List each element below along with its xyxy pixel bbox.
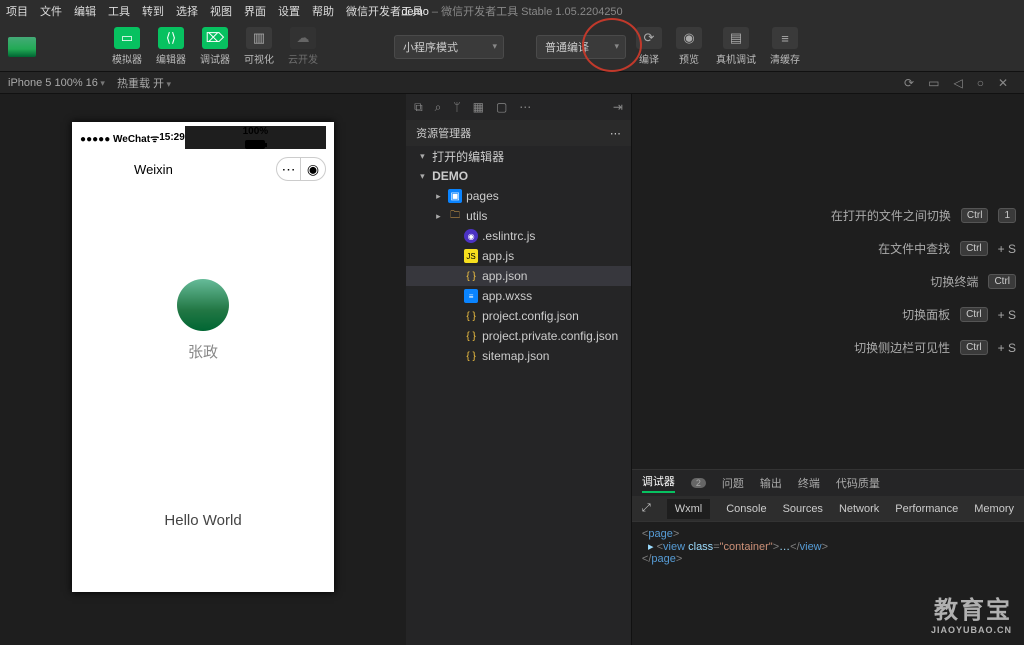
phone-frame: ●●●●● WeChatᯤ 15:29 100% Weixin ⋯ ◉ 张政 H…: [72, 122, 334, 592]
menu-edit[interactable]: 编辑: [74, 3, 96, 19]
hint-terminal: 切换终端: [930, 273, 978, 290]
remote-debug-button[interactable]: ▤真机调试: [712, 25, 760, 68]
search-icon[interactable]: ⌕: [435, 100, 442, 115]
explorer-header: 资源管理器⋯: [406, 120, 631, 146]
debugger-button[interactable]: ⌦调试器: [196, 25, 234, 68]
simulator-button[interactable]: ▭模拟器: [108, 25, 146, 68]
file-projprivate[interactable]: { }project.private.config.json: [406, 326, 631, 346]
phone-statusbar: ●●●●● WeChatᯤ 15:29 100%: [72, 122, 334, 153]
hot-reload-toggle[interactable]: 热重载 开: [117, 75, 171, 91]
rotate-icon[interactable]: ⟳: [904, 76, 914, 90]
menu-goto[interactable]: 转到: [142, 3, 164, 19]
menu-tools[interactable]: 工具: [108, 3, 130, 19]
compile-mode-select[interactable]: 普通编译: [536, 35, 626, 59]
collapse-icon[interactable]: ⇥: [613, 100, 623, 114]
capsule-button[interactable]: ⋯ ◉: [276, 157, 326, 181]
tab-wxml[interactable]: Wxml: [667, 499, 711, 519]
folder-utils[interactable]: ▸🗀utils: [406, 206, 631, 226]
tab-sources[interactable]: Sources: [783, 503, 823, 515]
watermark: 教育宝 JIAOYUBAO.CN: [931, 590, 1012, 635]
avatar[interactable]: [177, 279, 229, 331]
editor-iconbar: ⧉ ⌕ ᛘ ▦ ▢ ⋯ ⇥: [406, 94, 631, 120]
tab-terminal[interactable]: 终端: [798, 475, 820, 491]
close-sim-icon[interactable]: ✕: [998, 76, 1008, 90]
devtools-inner-tabs: ⤢ Wxml Console Sources Network Performan…: [632, 496, 1024, 522]
main-area: ●●●●● WeChatᯤ 15:29 100% Weixin ⋯ ◉ 张政 H…: [0, 94, 1024, 645]
hint-panel: 切换面板: [902, 306, 950, 323]
project-thumbnail[interactable]: [8, 37, 36, 57]
simulator-panel: ●●●●● WeChatᯤ 15:29 100% Weixin ⋯ ◉ 张政 H…: [0, 94, 406, 645]
extensions-icon[interactable]: ▦: [473, 100, 484, 114]
carrier-label: ●●●●● WeChatᯤ: [80, 131, 159, 145]
simulator-icon-strip: ⟳ ▭ ◁ ○ ✕: [904, 76, 1016, 90]
files-icon[interactable]: ⧉: [414, 100, 423, 115]
hint-sidebar: 切换侧边栏可见性: [854, 339, 950, 356]
capsule-menu-icon[interactable]: ⋯: [277, 158, 301, 180]
tab-network[interactable]: Network: [839, 503, 879, 515]
hello-label: Hello World: [164, 512, 241, 529]
explorer-more-icon[interactable]: ⋯: [610, 127, 621, 140]
editor-button[interactable]: ⟨⟩编辑器: [152, 25, 190, 68]
tab-console[interactable]: Console: [726, 503, 766, 515]
devtools-outer-tabs: 调试器 2 问题 输出 终端 代码质量: [632, 470, 1024, 496]
inspect-icon[interactable]: ⤢: [642, 502, 651, 515]
more-icon[interactable]: ⋯: [519, 100, 531, 114]
file-eslintrc[interactable]: ◉.eslintrc.js: [406, 226, 631, 246]
tab-code-quality[interactable]: 代码质量: [836, 475, 880, 491]
hint-find: 在文件中查找: [878, 240, 950, 257]
editor-right-panel: 在打开的文件之间切换Ctrl1 在文件中查找Ctrl+ S 切换终端Ctrl 切…: [632, 94, 1024, 645]
battery-label: 100%: [185, 126, 326, 149]
file-sitemap[interactable]: { }sitemap.json: [406, 346, 631, 366]
preview-button[interactable]: ◉预览: [672, 25, 706, 68]
menu-wxdevtools[interactable]: 微信开发者工具: [346, 3, 423, 19]
compile-button[interactable]: ⟳编译: [632, 25, 666, 68]
capsule-close-icon[interactable]: ◉: [301, 158, 325, 180]
phone-content: 张政 Hello World: [72, 189, 334, 592]
tab-memory[interactable]: Memory: [974, 503, 1014, 515]
menu-view[interactable]: 视图: [210, 3, 232, 19]
menu-file[interactable]: 文件: [40, 3, 62, 19]
menu-bar: 项目 文件 编辑 工具 转到 选择 视图 界面 设置 帮助 微信开发者工具: [6, 3, 423, 19]
tab-problems[interactable]: 问题: [722, 475, 744, 491]
battery-icon: [245, 140, 265, 149]
toolbar: ▭模拟器 ⟨⟩编辑器 ⌦调试器 ▥可视化 ☁云开发 小程序模式 普通编译 ⟳编译…: [0, 22, 1024, 72]
hint-switch-file: 在打开的文件之间切换: [831, 207, 951, 224]
menu-project[interactable]: 项目: [6, 3, 28, 19]
home-icon[interactable]: ○: [977, 76, 984, 90]
tab-performance[interactable]: Performance: [895, 503, 958, 515]
open-editors-section[interactable]: ▾打开的编辑器: [406, 146, 631, 166]
page-title: Weixin: [134, 162, 173, 177]
menu-select[interactable]: 选择: [176, 3, 198, 19]
file-appjs[interactable]: JSapp.js: [406, 246, 631, 266]
titlebar: 项目 文件 编辑 工具 转到 选择 视图 界面 设置 帮助 微信开发者工具 de…: [0, 0, 1024, 22]
file-appjson[interactable]: { }app.json: [406, 266, 631, 286]
command-hints: 在打开的文件之间切换Ctrl1 在文件中查找Ctrl+ S 切换终端Ctrl 切…: [632, 94, 1024, 469]
menu-window[interactable]: 界面: [244, 3, 266, 19]
folder-pages[interactable]: ▸▣pages: [406, 186, 631, 206]
nickname-label: 张政: [188, 341, 218, 362]
cloud-button[interactable]: ☁云开发: [284, 25, 322, 68]
tab-output[interactable]: 输出: [760, 475, 782, 491]
device-select[interactable]: iPhone 5 100% 16: [8, 77, 105, 89]
tab-debugger[interactable]: 调试器: [642, 473, 675, 493]
file-tree: ▾打开的编辑器 ▾DEMO ▸▣pages ▸🗀utils ◉.eslintrc…: [406, 146, 631, 645]
explorer-panel: ⧉ ⌕ ᛘ ▦ ▢ ⋯ ⇥ 资源管理器⋯ ▾打开的编辑器 ▾DEMO ▸▣pag…: [406, 94, 632, 645]
branch-icon[interactable]: ᛘ: [453, 100, 460, 114]
project-root[interactable]: ▾DEMO: [406, 166, 631, 186]
back-icon[interactable]: ◁: [953, 76, 962, 90]
window-title: demo – 微信开发者工具 Stable 1.05.2204250: [401, 3, 622, 19]
clock-label: 15:29: [159, 132, 185, 143]
menu-settings[interactable]: 设置: [278, 3, 300, 19]
clear-cache-button[interactable]: ≡清缓存: [766, 25, 804, 68]
menu-help[interactable]: 帮助: [312, 3, 334, 19]
phone-navbar: Weixin ⋯ ◉: [72, 153, 334, 189]
file-projconfig[interactable]: { }project.config.json: [406, 306, 631, 326]
file-appwxss[interactable]: ≡app.wxss: [406, 286, 631, 306]
simulator-infobar: iPhone 5 100% 16 热重载 开 ⟳ ▭ ◁ ○ ✕: [0, 72, 1024, 94]
device-icon[interactable]: ▭: [928, 76, 939, 90]
layout-icon[interactable]: ▢: [496, 100, 507, 114]
debugger-badge: 2: [691, 478, 706, 488]
mode-select[interactable]: 小程序模式: [394, 35, 504, 59]
visual-button[interactable]: ▥可视化: [240, 25, 278, 68]
